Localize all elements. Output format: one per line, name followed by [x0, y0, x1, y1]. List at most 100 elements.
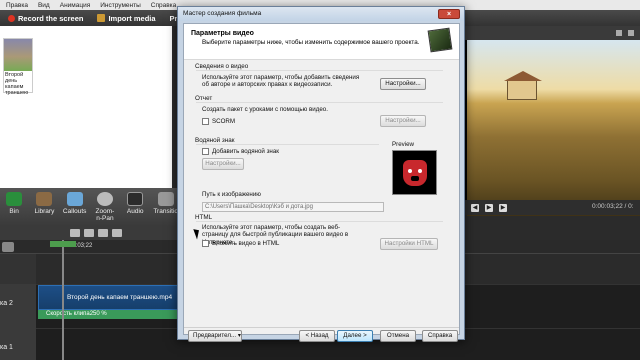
import-label: Import media — [108, 13, 156, 23]
library-icon — [36, 192, 53, 206]
redo-icon[interactable] — [84, 229, 94, 237]
record-button[interactable]: Record the screen — [4, 12, 87, 25]
dialog-content: Параметры видео Выберите параметры ниже,… — [183, 23, 460, 342]
callouts-icon — [66, 192, 83, 206]
tool-library-label: Library — [34, 208, 55, 215]
header-subtitle: Выберите параметры ниже, чтобы изменить … — [202, 39, 420, 46]
clip-thumbnail[interactable]: Второй день капаем траншею — [3, 38, 33, 96]
tool-library[interactable]: Library — [32, 192, 56, 222]
prev-frame-icon[interactable]: ◀ — [471, 203, 479, 212]
divider — [196, 70, 443, 71]
preview-dropdown-label: Предварител... — [193, 332, 237, 339]
footer-divider — [184, 327, 459, 328]
report-section-title: Отчет — [195, 95, 213, 102]
clip-bin: Второй день капаем траншею — [0, 26, 172, 188]
tool-audio[interactable]: Audio — [123, 192, 147, 222]
film-strip-icon — [427, 27, 453, 53]
tool-callouts-label: Callouts — [62, 208, 87, 215]
tool-callouts[interactable]: Callouts — [63, 192, 87, 222]
tool-transitions-label: Transitio — [153, 208, 179, 215]
next-frame-icon[interactable]: ▶ — [499, 203, 507, 212]
menu-animation[interactable]: Анимация — [60, 2, 91, 9]
watermark-section-title: Водяной знак — [195, 137, 235, 144]
scorm-label: SCORM — [212, 118, 236, 125]
scorm-checkbox[interactable] — [202, 118, 209, 125]
preview-toolbar — [465, 26, 640, 40]
watermark-preview — [392, 150, 437, 195]
track-1-header[interactable]: ка 1 — [0, 328, 36, 360]
embed-html-label: Вложить видео в HTML — [212, 240, 280, 247]
cut-icon[interactable] — [98, 229, 108, 237]
chevron-down-icon: ▾ — [237, 332, 241, 339]
preview-resize-icon[interactable] — [616, 30, 622, 36]
preview-fullscreen-icon[interactable] — [628, 30, 634, 36]
tool-zoom-n-pan[interactable]: Zoom-n-Pan — [93, 192, 117, 222]
timeline-clip[interactable]: Второй день капаем траншею.mp4 — [38, 285, 178, 310]
menu-tools[interactable]: Инструменты — [100, 2, 141, 9]
clip-caption: Второй день капаем траншею — [5, 72, 29, 96]
tool-bin[interactable]: Bin — [2, 192, 26, 222]
divider — [196, 102, 443, 103]
dota-logo-image — [403, 160, 427, 186]
playhead[interactable] — [62, 240, 64, 360]
close-icon[interactable]: × — [438, 9, 460, 19]
back-button[interactable]: < Назад — [299, 330, 335, 342]
track-1-label: ка 1 — [0, 344, 13, 351]
tool-audio-label: Audio — [126, 208, 144, 215]
preview-frame — [467, 40, 640, 216]
tool-zoom-label: Zoom-n-Pan — [95, 208, 115, 222]
report-settings-button[interactable]: Настройки... — [380, 115, 426, 127]
menu-help[interactable]: Справка — [151, 2, 177, 9]
undo-icon[interactable] — [70, 229, 80, 237]
audio-icon — [127, 192, 144, 206]
next-button[interactable]: Далее > — [337, 330, 373, 342]
transitions-icon — [157, 192, 174, 206]
tools-strip: Bin Library Callouts Zoom-n-Pan Audio Tr… — [0, 188, 180, 226]
html-section-title: HTML — [195, 214, 213, 221]
preview-label: Preview — [392, 141, 415, 148]
record-label: Record the screen — [18, 13, 84, 23]
video-info-settings-button[interactable]: Настройки... — [380, 78, 426, 90]
menu-view[interactable]: Вид — [38, 2, 50, 9]
zoom-icon — [96, 192, 113, 206]
split-icon[interactable] — [112, 229, 122, 237]
gear-icon[interactable] — [2, 242, 14, 252]
cancel-button[interactable]: Отмена — [380, 330, 416, 342]
header-title: Параметры видео — [191, 30, 254, 37]
tool-bin-label: Bin — [9, 208, 19, 215]
track-header-spacer — [0, 254, 36, 284]
player-timecode: 0:00:03;22 / 0: — [592, 203, 634, 210]
tool-transitions[interactable]: Transitio — [153, 192, 178, 222]
clip-speed-bar[interactable]: Скорость клипа250 % — [38, 310, 178, 319]
clip-thumbnail-image — [4, 39, 32, 71]
playhead-handle[interactable] — [50, 241, 76, 247]
embed-html-checkbox[interactable] — [202, 240, 209, 247]
report-text: Создать пакет с уроками с помощью видео. — [202, 106, 328, 113]
image-path-field[interactable]: C:\Users\Пашка\Desktop\Кэб и дота.jpg — [202, 202, 384, 212]
track-2-header[interactable]: ка 2 — [0, 284, 36, 328]
html-settings-button[interactable]: Настройки HTML — [380, 238, 438, 250]
image-path-label: Путь к изображению — [202, 191, 261, 198]
production-wizard-dialog: Мастер создания фильма × Параметры видео… — [177, 6, 465, 342]
divider — [196, 221, 443, 222]
video-info-section-title: Сведения о видео — [195, 63, 249, 70]
help-button[interactable]: Справка — [422, 330, 458, 342]
dialog-title: Мастер создания фильма — [178, 7, 464, 21]
record-icon — [8, 14, 15, 22]
watermark-checkbox[interactable] — [202, 148, 209, 155]
barn-image — [504, 71, 542, 100]
dialog-header: Параметры видео Выберите параметры ниже,… — [184, 24, 459, 60]
play-icon[interactable]: ▶ — [485, 203, 493, 212]
watermark-label: Добавить водяной знак — [212, 148, 279, 155]
import-icon — [97, 14, 106, 22]
video-preview — [465, 26, 640, 216]
video-info-text: Используйте этот параметр, чтобы добавит… — [202, 74, 360, 89]
watermark-settings-button[interactable]: Настройки... — [202, 158, 244, 170]
timeline-controls — [0, 226, 180, 240]
divider — [196, 144, 379, 145]
import-media-button[interactable]: Import media — [93, 12, 159, 25]
menu-edit[interactable]: Правка — [6, 2, 28, 9]
track-2-label: ка 2 — [0, 300, 13, 307]
bin-icon — [6, 192, 23, 206]
preview-dropdown-button[interactable]: Предварител... ▾ — [188, 330, 242, 342]
